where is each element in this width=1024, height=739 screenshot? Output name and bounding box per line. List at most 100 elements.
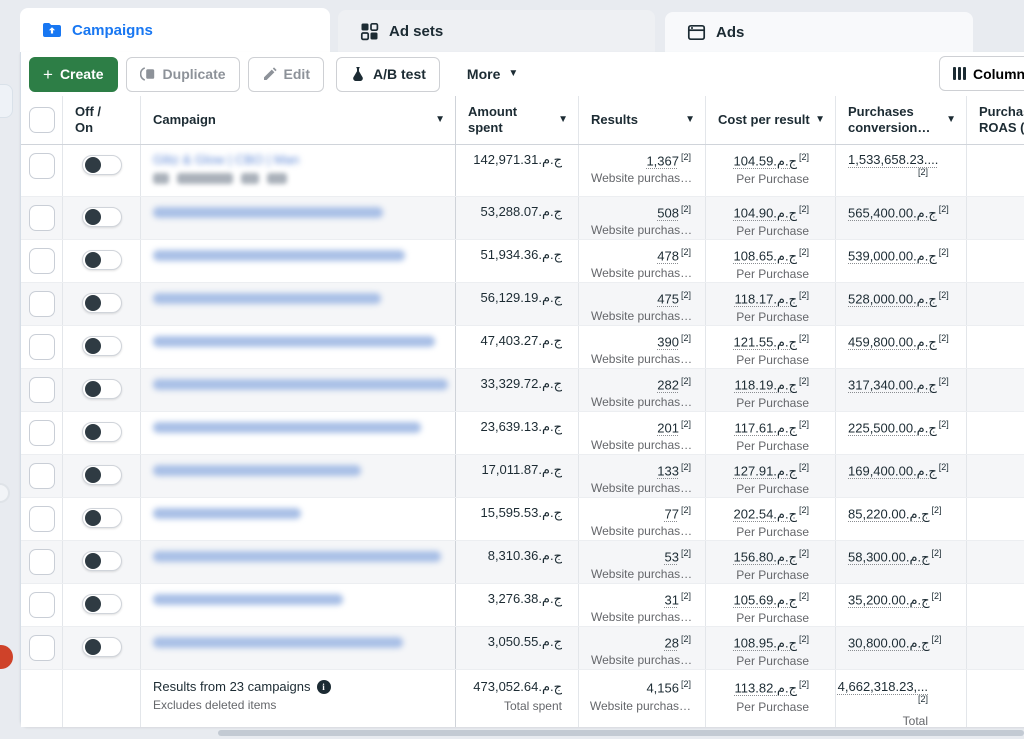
caret-down-icon[interactable]: ▼ — [435, 115, 445, 125]
campaign-toggle[interactable] — [82, 379, 122, 399]
edit-button-label: Edit — [284, 66, 310, 82]
row-toggle-cell — [63, 455, 141, 497]
footnote-ref: [2] — [939, 333, 949, 343]
row-name-cell — [141, 498, 456, 540]
summary-cost-cell: 113.82.م.ج[2] Per Purchase — [706, 670, 836, 727]
campaign-name[interactable] — [153, 293, 381, 304]
row-checkbox[interactable] — [29, 463, 55, 489]
footnote-ref: [2] — [799, 679, 809, 689]
results-value: 475 — [657, 291, 679, 306]
edit-button[interactable]: Edit — [248, 57, 324, 92]
campaign-name[interactable] — [153, 465, 361, 476]
purchases-value: 58,300.00.م.ج — [848, 549, 930, 564]
ab-test-button[interactable]: A/B test — [336, 57, 440, 92]
cost-per-result-cell: 127.91.م.ج[2] Per Purchase — [706, 455, 836, 497]
header-amount-spent[interactable]: Amount spent ▼ — [456, 96, 579, 144]
row-checkbox[interactable] — [29, 635, 55, 661]
row-checkbox[interactable] — [29, 592, 55, 618]
campaign-toggle[interactable] — [82, 594, 122, 614]
columns-button[interactable]: Columns — [939, 56, 1024, 91]
row-check-cell — [21, 498, 63, 540]
row-toggle-cell — [63, 627, 141, 669]
row-checkbox[interactable] — [29, 248, 55, 274]
caret-down-icon[interactable]: ▼ — [946, 115, 956, 125]
row-check-cell — [21, 145, 63, 196]
purchases-conversion-cell: 30,800.00.م.ج[2] — [836, 627, 967, 669]
cost-label: Per Purchase — [718, 224, 809, 238]
row-checkbox[interactable] — [29, 506, 55, 532]
duplicate-button[interactable]: Duplicate — [126, 57, 240, 92]
header-results[interactable]: Results ▼ — [579, 96, 706, 144]
campaign-name[interactable] — [153, 207, 383, 218]
campaign-name[interactable] — [153, 379, 448, 390]
purchases-roas-cell — [967, 283, 1024, 325]
chart-icon[interactable] — [153, 173, 169, 184]
summary-amount-label: Total spent — [456, 699, 562, 713]
create-button[interactable]: + Create — [29, 57, 118, 92]
row-toggle-cell — [63, 412, 141, 454]
caret-down-icon[interactable]: ▼ — [685, 115, 695, 125]
campaign-toggle[interactable] — [82, 336, 122, 356]
campaign-toggle[interactable] — [82, 155, 122, 175]
row-checkbox[interactable] — [29, 205, 55, 231]
tab-ads[interactable]: Ads — [665, 12, 973, 52]
campaign-name[interactable] — [153, 250, 405, 261]
row-checkbox[interactable] — [29, 291, 55, 317]
campaign-name[interactable]: Glitz & Glow | CBO | Man — [153, 152, 445, 167]
toolbar: + Create Duplicate Edit A/B — [21, 52, 1024, 96]
header-purchases-conversion[interactable]: Purchases conversion… ▼ — [836, 96, 967, 144]
header-campaign[interactable]: Campaign ▼ — [141, 96, 456, 144]
summary-subtitle: Excludes deleted items — [153, 698, 455, 712]
results-label: Website purchas… — [591, 438, 691, 452]
more-button[interactable]: More ▼ — [454, 57, 531, 92]
more-icon[interactable] — [267, 173, 287, 184]
select-all-checkbox[interactable] — [29, 107, 55, 133]
campaign-name[interactable] — [153, 551, 441, 562]
results-value: 133 — [657, 463, 679, 478]
campaign-toggle[interactable] — [82, 508, 122, 528]
results-label: Website purchas… — [591, 567, 691, 581]
campaign-name[interactable] — [153, 422, 421, 433]
hover-actions[interactable] — [177, 173, 233, 184]
campaign-toggle[interactable] — [82, 465, 122, 485]
footnote-ref: [2] — [681, 419, 691, 429]
toggle-knob — [85, 553, 101, 569]
campaign-toggle[interactable] — [82, 293, 122, 313]
toggle-knob — [85, 157, 101, 173]
table-row: 33,329.72.م.ج 282[2] Website purchas… 11… — [21, 369, 1024, 412]
cost-label: Per Purchase — [718, 439, 809, 453]
campaign-name[interactable] — [153, 508, 301, 519]
row-check-cell — [21, 627, 63, 669]
campaign-toggle[interactable] — [82, 207, 122, 227]
campaign-name[interactable] — [153, 594, 343, 605]
row-checkbox[interactable] — [29, 153, 55, 179]
campaign-toggle[interactable] — [82, 250, 122, 270]
edit-icon[interactable] — [241, 173, 259, 184]
cost-label: Per Purchase — [718, 353, 809, 367]
tab-adsets[interactable]: Ad sets — [338, 10, 655, 52]
header-cost-per-result[interactable]: Cost per result ▼ — [706, 96, 836, 144]
header-purchases-roas[interactable]: Purchases ROAS (r — [967, 96, 1024, 144]
campaign-name[interactable] — [153, 637, 403, 648]
purchases-conversion-cell: 1,533,658.23....[2] — [836, 145, 967, 196]
amount-spent-cell: 3,050.55.م.ج — [456, 627, 579, 669]
purchases-conversion-cell: 35,200.00.م.ج[2] — [836, 584, 967, 626]
caret-down-icon[interactable]: ▼ — [815, 115, 825, 125]
campaign-toggle[interactable] — [82, 637, 122, 657]
cost-per-result-cell: 108.65.م.ج[2] Per Purchase — [706, 240, 836, 282]
horizontal-scrollbar[interactable] — [218, 730, 1024, 736]
campaign-toggle[interactable] — [82, 422, 122, 442]
row-checkbox[interactable] — [29, 420, 55, 446]
campaign-toggle[interactable] — [82, 551, 122, 571]
row-checkbox[interactable] — [29, 377, 55, 403]
info-icon[interactable]: i — [317, 680, 331, 694]
results-cell: 31[2] Website purchas… — [579, 584, 706, 626]
toggle-knob — [85, 467, 101, 483]
purchases-roas-cell — [967, 369, 1024, 411]
campaign-name[interactable] — [153, 336, 435, 347]
row-checkbox[interactable] — [29, 549, 55, 575]
row-checkbox[interactable] — [29, 334, 55, 360]
columns-button-label: Columns — [973, 66, 1024, 82]
caret-down-icon[interactable]: ▼ — [558, 115, 568, 125]
tab-campaigns[interactable]: Campaigns — [20, 8, 330, 52]
